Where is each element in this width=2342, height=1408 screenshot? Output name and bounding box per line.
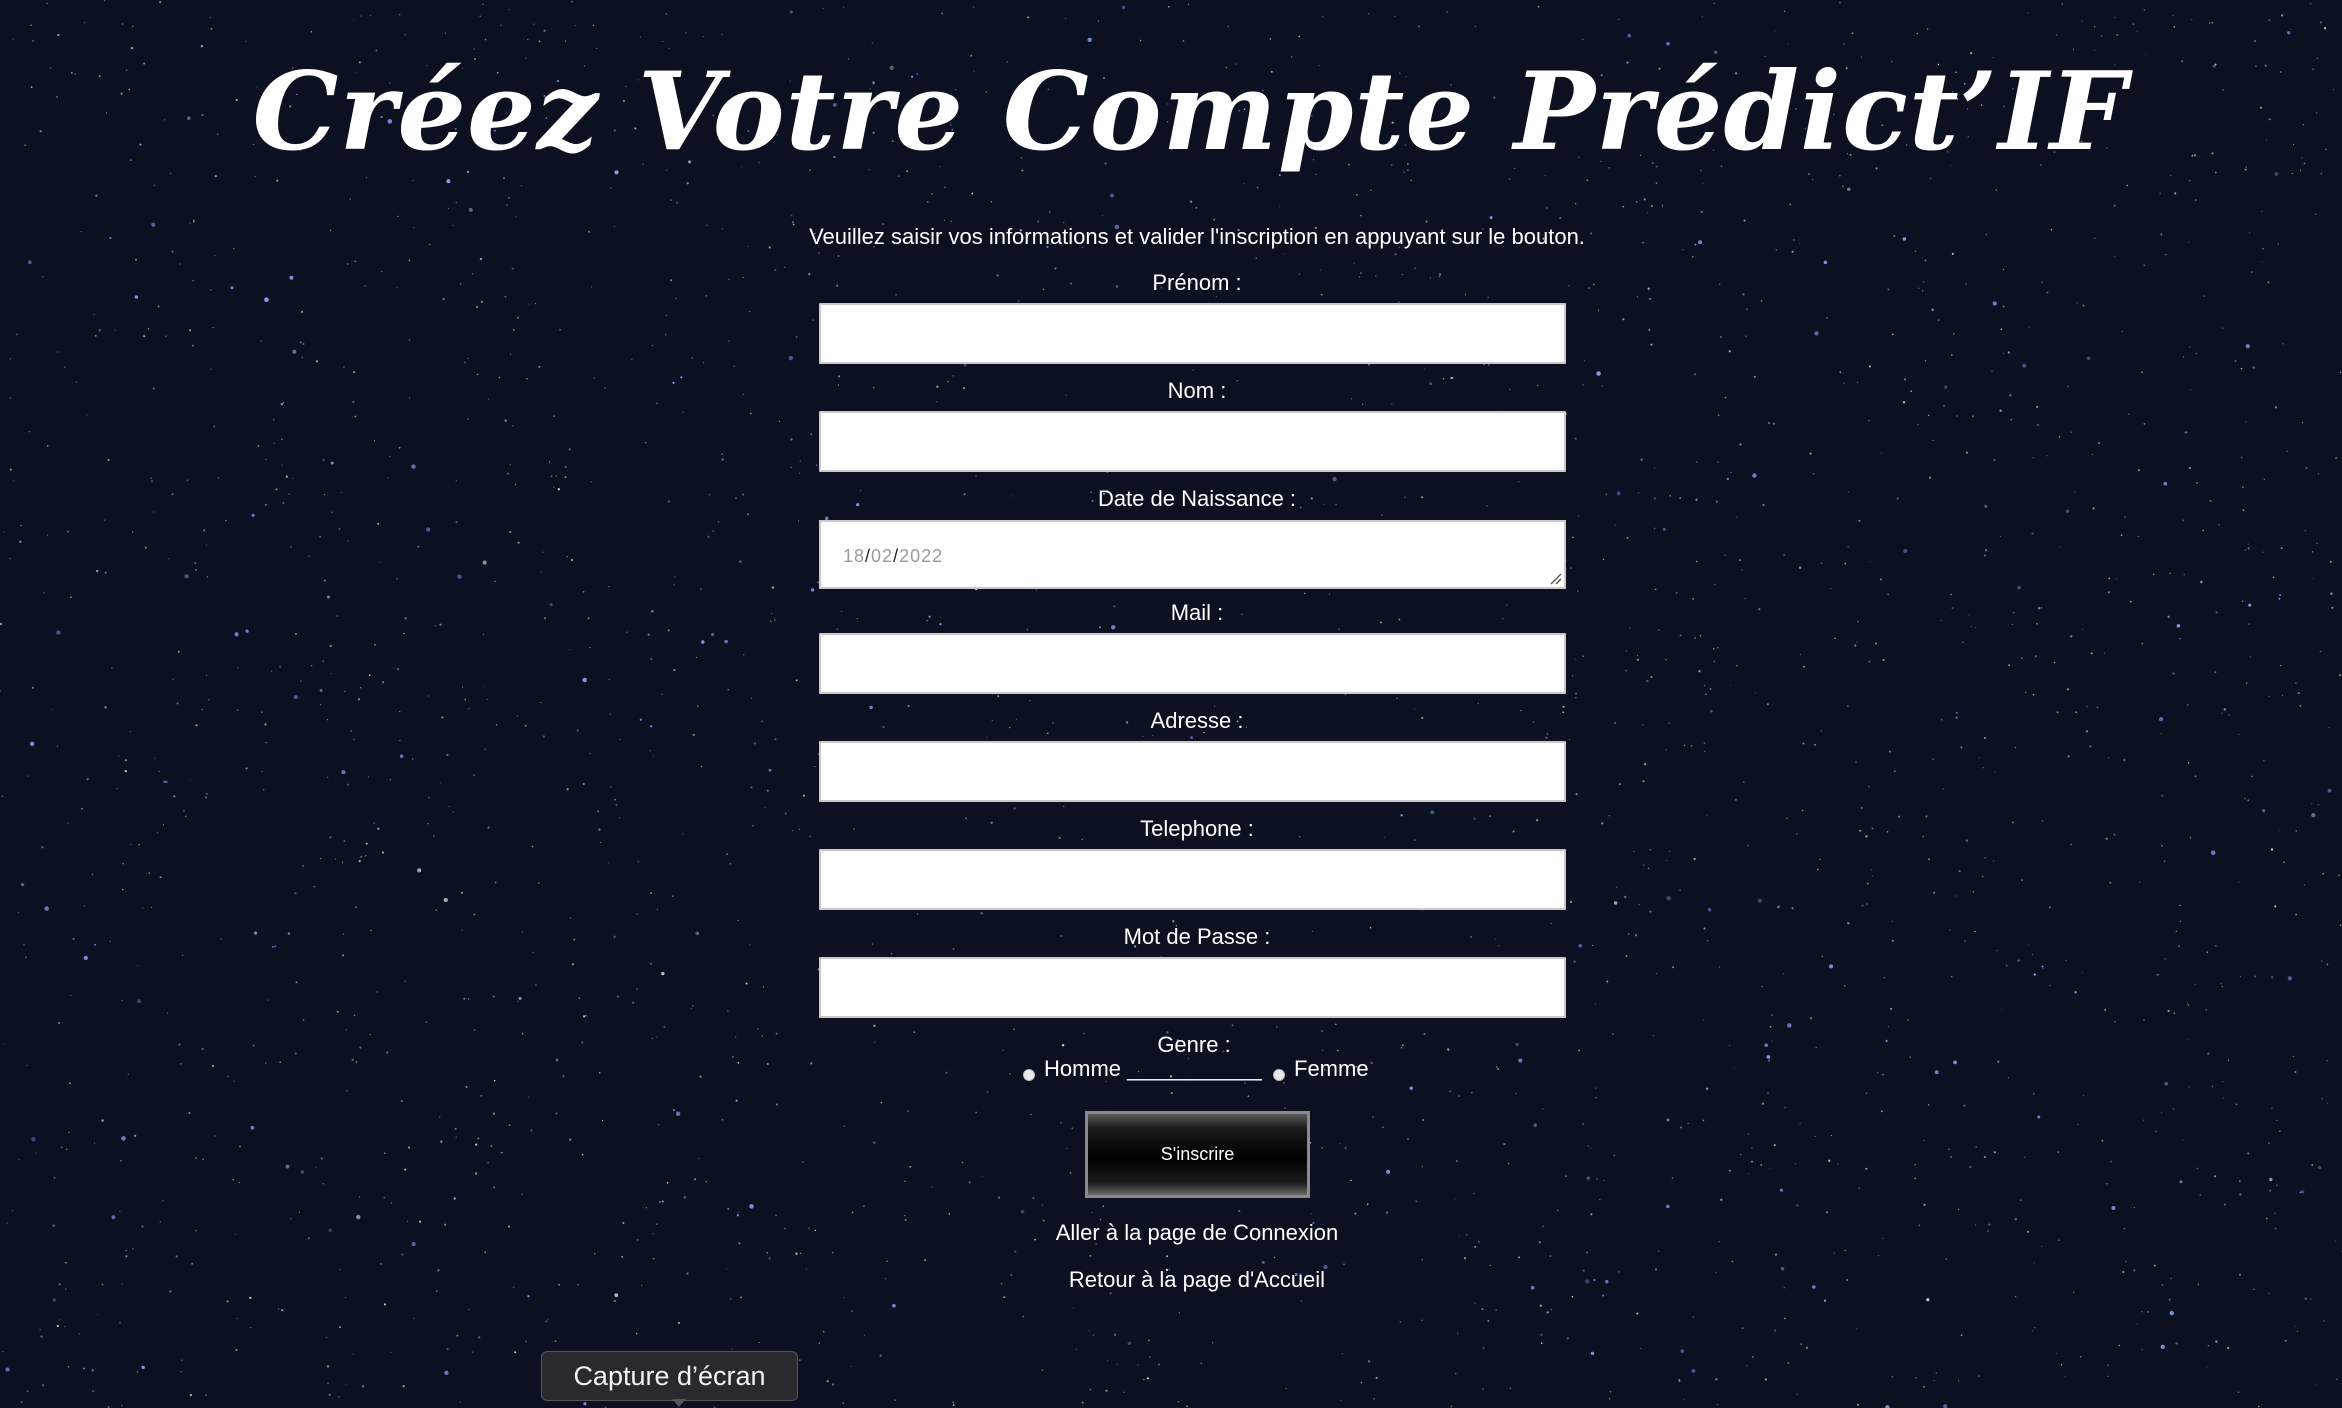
homme-radio[interactable]	[1023, 1069, 1035, 1081]
adresse-input[interactable]	[819, 741, 1566, 802]
prenom-label: Prénom :	[1152, 270, 1242, 295]
password-input[interactable]	[819, 957, 1566, 1018]
adresse-label: Adresse :	[1150, 708, 1244, 733]
date-naissance-input[interactable]: 18/02/2022	[819, 520, 1566, 589]
signup-page: Créez Votre Compte Prédict’IF Veuillez s…	[0, 0, 2342, 1408]
naissance-label: Date de Naissance :	[1097, 486, 1297, 511]
resize-grip-icon[interactable]	[1548, 571, 1562, 585]
accueil-link[interactable]: Retour à la page d'Accueil	[0, 1265, 2342, 1295]
date-value: 18/02/2022	[843, 546, 943, 567]
page-title: Créez Votre Compte Prédict’IF	[252, 49, 2128, 175]
femme-radio[interactable]	[1273, 1069, 1285, 1081]
femme-label: Femme	[1294, 1056, 1369, 1081]
telephone-label: Telephone :	[1140, 816, 1254, 841]
homme-label: Homme ___________	[1044, 1056, 1262, 1081]
screenshot-tooltip: Capture d’écran	[541, 1351, 798, 1401]
telephone-input[interactable]	[819, 849, 1566, 910]
password-label: Mot de Passe :	[1123, 924, 1271, 949]
intro-text: Veuillez saisir vos informations et vali…	[809, 224, 1585, 249]
prenom-input[interactable]	[819, 303, 1566, 364]
tooltip-arrow	[672, 1399, 686, 1407]
date-year: 2022	[899, 546, 944, 566]
sinscrire-button[interactable]: S'inscrire	[1085, 1111, 1310, 1198]
mail-input[interactable]	[819, 633, 1566, 694]
date-month: 02	[871, 546, 894, 566]
nom-label: Nom :	[1167, 378, 1227, 403]
connexion-link[interactable]: Aller à la page de Connexion	[0, 1218, 2342, 1248]
date-day: 18	[843, 546, 866, 566]
nom-input[interactable]	[819, 411, 1566, 472]
mail-label: Mail :	[1170, 600, 1224, 625]
